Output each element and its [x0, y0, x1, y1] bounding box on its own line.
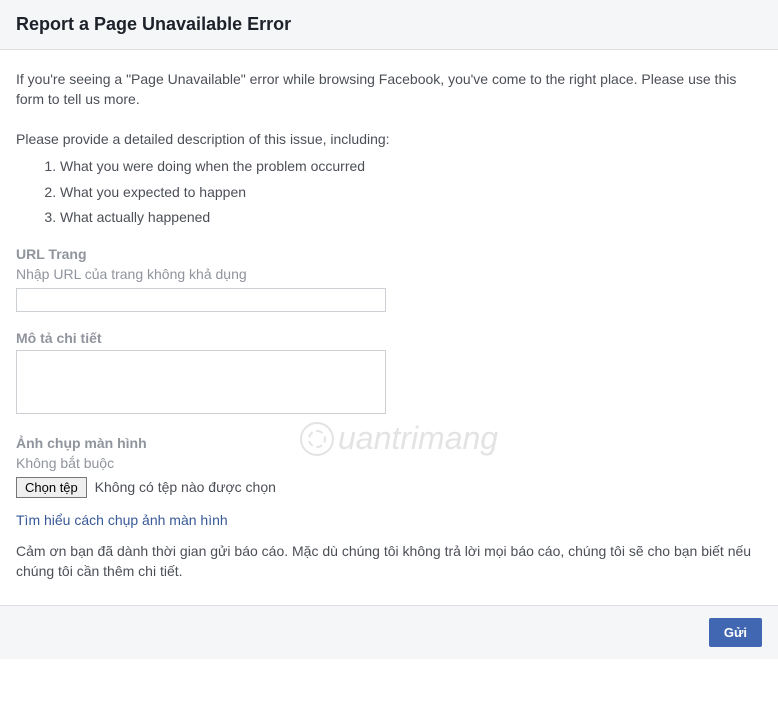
instructions-list: What you were doing when the problem occ… [16, 157, 762, 228]
page-footer: Gửi [0, 606, 778, 659]
url-label: URL Trang [16, 246, 762, 262]
url-sublabel: Nhập URL của trang không khả dụng [16, 266, 762, 282]
description-label: Mô tả chi tiết [16, 330, 762, 346]
url-input[interactable] [16, 288, 386, 312]
description-textarea[interactable] [16, 350, 386, 414]
screenshot-help-link[interactable]: Tìm hiểu cách chụp ảnh màn hình [16, 512, 228, 528]
form-content: If you're seeing a "Page Unavailable" er… [0, 50, 778, 606]
intro-text: If you're seeing a "Page Unavailable" er… [16, 70, 762, 109]
list-item: What you expected to happen [60, 183, 762, 203]
thanks-text: Cảm ơn bạn đã dành thời gian gửi báo cáo… [16, 542, 762, 581]
submit-button[interactable]: Gửi [709, 618, 762, 647]
page-title: Report a Page Unavailable Error [16, 14, 762, 35]
list-item: What you were doing when the problem occ… [60, 157, 762, 177]
screenshot-sublabel: Không bắt buộc [16, 455, 762, 471]
list-item: What actually happened [60, 208, 762, 228]
instructions-block: Please provide a detailed description of… [16, 131, 762, 228]
file-status-text: Không có tệp nào được chọn [95, 479, 276, 495]
screenshot-label: Ảnh chụp màn hình [16, 435, 762, 451]
instructions-lead: Please provide a detailed description of… [16, 131, 762, 147]
choose-file-button[interactable]: Chọn tệp [16, 477, 87, 498]
file-input-row: Chọn tệp Không có tệp nào được chọn [16, 477, 762, 498]
page-header: Report a Page Unavailable Error [0, 0, 778, 50]
